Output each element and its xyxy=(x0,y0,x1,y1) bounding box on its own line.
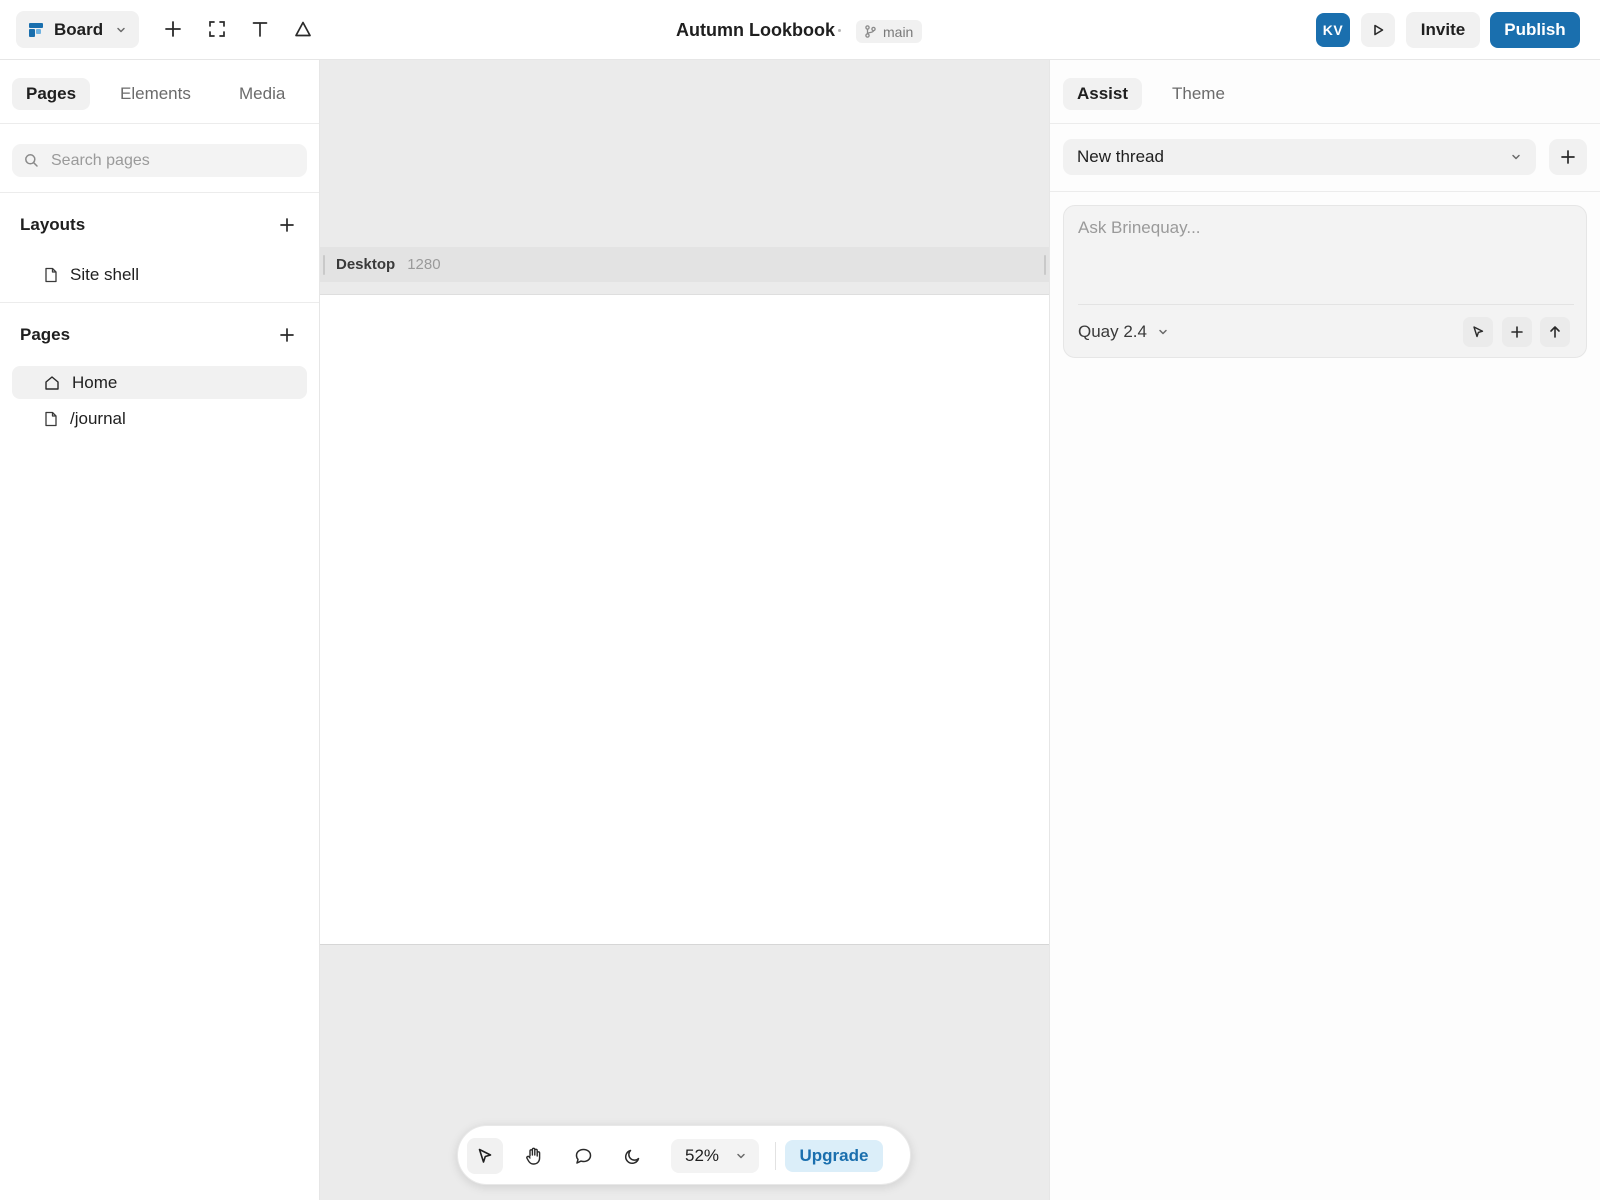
frame-name: Desktop xyxy=(336,256,396,273)
plus-icon xyxy=(1510,325,1524,339)
send-button[interactable] xyxy=(1540,317,1570,347)
dark-mode-toggle[interactable] xyxy=(614,1138,650,1174)
page-item-label: Home xyxy=(72,372,118,392)
branch-name: main xyxy=(883,23,914,40)
assistant-prompt-input[interactable] xyxy=(1078,218,1572,294)
tab-elements[interactable]: Elements xyxy=(106,78,205,110)
page-item-label: /journal xyxy=(70,408,126,428)
select-element-button[interactable] xyxy=(1463,317,1493,347)
home-icon xyxy=(44,375,60,391)
frame-resize-handle-left[interactable] xyxy=(323,255,325,275)
document-title[interactable]: Autumn Lookbook xyxy=(676,20,835,41)
thread-select-value: New thread xyxy=(1077,147,1164,166)
tab-media[interactable]: Media xyxy=(225,78,299,110)
left-sidebar: Pages Elements Media Layouts Site shell … xyxy=(0,60,320,1200)
text-icon xyxy=(251,20,269,38)
plus-icon xyxy=(1560,149,1576,165)
thread-select[interactable]: New thread xyxy=(1063,139,1536,175)
page-item-journal[interactable]: /journal xyxy=(12,402,307,435)
preview-button[interactable] xyxy=(1361,13,1395,47)
comment-tool-button[interactable] xyxy=(565,1138,601,1174)
tab-assist[interactable]: Assist xyxy=(1063,78,1143,110)
frame-tool-button[interactable] xyxy=(202,14,232,44)
right-sidebar: Assist Theme New thread Quay 2.4 xyxy=(1049,60,1600,1200)
plus-icon xyxy=(279,327,295,343)
zoom-value: 52% xyxy=(685,1146,720,1165)
pointer-icon xyxy=(476,1147,494,1165)
composer-divider xyxy=(1078,304,1574,305)
avatar[interactable]: KV xyxy=(1316,13,1350,47)
frame-resize-handle-right[interactable] xyxy=(1044,255,1046,275)
right-panel-tabs: Assist Theme xyxy=(1050,60,1600,124)
shape-tool-button[interactable] xyxy=(288,14,318,44)
top-bar: Board Autumn Lookbook main KV Invite Pub… xyxy=(0,0,1600,60)
add-layout-button[interactable] xyxy=(275,213,299,237)
canvas-toolbar: 52% Upgrade xyxy=(457,1125,911,1185)
page-item-home[interactable]: Home xyxy=(12,366,307,399)
hand-tool-button[interactable] xyxy=(516,1138,552,1174)
model-select[interactable]: Quay 2.4 xyxy=(1078,319,1169,345)
model-select-value: Quay 2.4 xyxy=(1078,322,1147,341)
search-pages-input[interactable] xyxy=(51,151,291,170)
pages-section-title: Pages xyxy=(20,325,71,344)
search-icon xyxy=(24,153,39,168)
hand-icon xyxy=(524,1146,544,1166)
board-menu-button[interactable]: Board xyxy=(16,11,139,48)
publish-button[interactable]: Publish xyxy=(1490,12,1580,48)
title-separator xyxy=(838,29,841,32)
triangle-icon xyxy=(294,20,312,38)
chevron-down-icon xyxy=(115,24,127,36)
layout-item-site-shell[interactable]: Site shell xyxy=(12,258,307,291)
select-tool-button[interactable] xyxy=(467,1138,503,1174)
branch-chip[interactable]: main xyxy=(856,20,923,43)
divider xyxy=(0,192,319,193)
search-pages-box xyxy=(12,144,307,177)
plus-icon xyxy=(164,20,182,38)
divider xyxy=(1050,191,1600,192)
add-element-button[interactable] xyxy=(158,14,188,44)
toolbar-separator xyxy=(775,1142,776,1170)
pointer-icon xyxy=(1471,325,1485,339)
git-branch-icon xyxy=(864,25,877,38)
file-icon xyxy=(44,411,58,427)
add-page-button[interactable] xyxy=(275,323,299,347)
brand-logo-icon xyxy=(28,22,44,38)
frame-width: 1280 xyxy=(407,256,441,273)
layout-item-label: Site shell xyxy=(70,264,139,284)
divider xyxy=(0,302,319,303)
attach-button[interactable] xyxy=(1502,317,1532,347)
new-thread-button[interactable] xyxy=(1549,139,1587,175)
chevron-down-icon xyxy=(1157,326,1169,338)
plus-icon xyxy=(279,217,295,233)
frame-icon xyxy=(208,20,226,38)
chevron-down-icon xyxy=(1510,151,1522,163)
file-icon xyxy=(44,267,58,283)
chevron-down-icon xyxy=(735,1150,747,1162)
left-panel-tabs: Pages Elements Media xyxy=(0,60,319,124)
design-canvas[interactable]: Desktop 1280 52% Upgrade xyxy=(320,60,1049,1200)
frame-label-bar[interactable]: Desktop 1280 xyxy=(320,247,1049,282)
assistant-composer: Quay 2.4 xyxy=(1063,205,1587,358)
play-icon xyxy=(1371,23,1385,37)
moon-icon xyxy=(623,1147,642,1166)
zoom-select[interactable]: 52% xyxy=(671,1139,759,1173)
text-tool-button[interactable] xyxy=(245,14,275,44)
tab-theme[interactable]: Theme xyxy=(1158,78,1239,110)
board-menu-label: Board xyxy=(54,19,104,39)
desktop-frame[interactable] xyxy=(320,294,1049,945)
layouts-section-title: Layouts xyxy=(20,215,86,234)
upgrade-button[interactable]: Upgrade xyxy=(785,1140,883,1172)
arrow-up-icon xyxy=(1548,325,1562,339)
invite-button[interactable]: Invite xyxy=(1406,12,1480,48)
tab-pages[interactable]: Pages xyxy=(12,78,91,110)
comment-icon xyxy=(574,1147,593,1166)
